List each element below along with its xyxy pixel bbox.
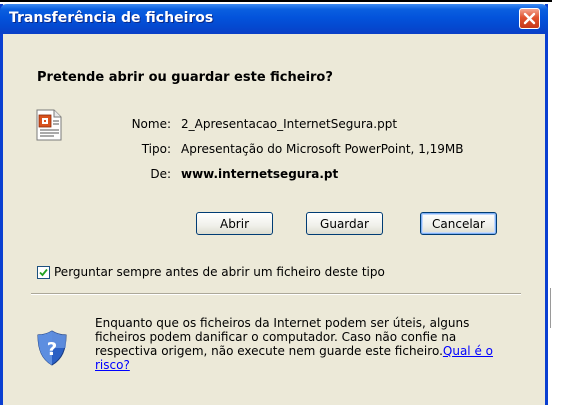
dialog-question: Pretende abrir ou guardar este ficheiro? xyxy=(37,70,333,85)
background-right-strip xyxy=(552,0,563,405)
background-top-line xyxy=(0,0,563,2)
security-shield-icon: ? xyxy=(37,330,67,366)
always-ask-label[interactable]: Perguntar sempre antes de abrir um fiche… xyxy=(54,265,385,279)
always-ask-option[interactable]: Perguntar sempre antes de abrir um fiche… xyxy=(37,265,385,279)
file-source-label: De: xyxy=(150,167,171,181)
checkmark-icon xyxy=(39,268,48,276)
cancel-button[interactable]: Cancelar xyxy=(420,212,497,235)
file-name-value: 2_Apresentacao_InternetSegura.ppt xyxy=(181,117,398,131)
security-warning: Enquanto que os ficheiros da Internet po… xyxy=(95,316,520,372)
file-name-label: Nome: xyxy=(131,117,171,131)
separator xyxy=(31,293,521,295)
open-button[interactable]: Abrir xyxy=(196,212,273,235)
background-divider xyxy=(550,288,551,328)
file-type-label: Tipo: xyxy=(141,142,171,156)
save-button[interactable]: Guardar xyxy=(306,212,383,235)
file-type-value: Apresentação do Microsoft PowerPoint, 1,… xyxy=(181,142,464,156)
svg-text:?: ? xyxy=(47,339,57,360)
security-warning-text: Enquanto que os ficheiros da Internet po… xyxy=(95,316,470,358)
close-button[interactable] xyxy=(519,8,540,29)
powerpoint-file-icon xyxy=(36,109,62,141)
window-title: Transferência de ficheiros xyxy=(9,10,214,26)
close-icon xyxy=(523,12,536,25)
title-bar[interactable]: Transferência de ficheiros xyxy=(0,4,548,34)
always-ask-checkbox[interactable] xyxy=(37,265,50,279)
file-download-dialog: Transferência de ficheiros Pretende abri… xyxy=(0,4,548,405)
file-source-value: www.internetsegura.pt xyxy=(181,167,339,181)
